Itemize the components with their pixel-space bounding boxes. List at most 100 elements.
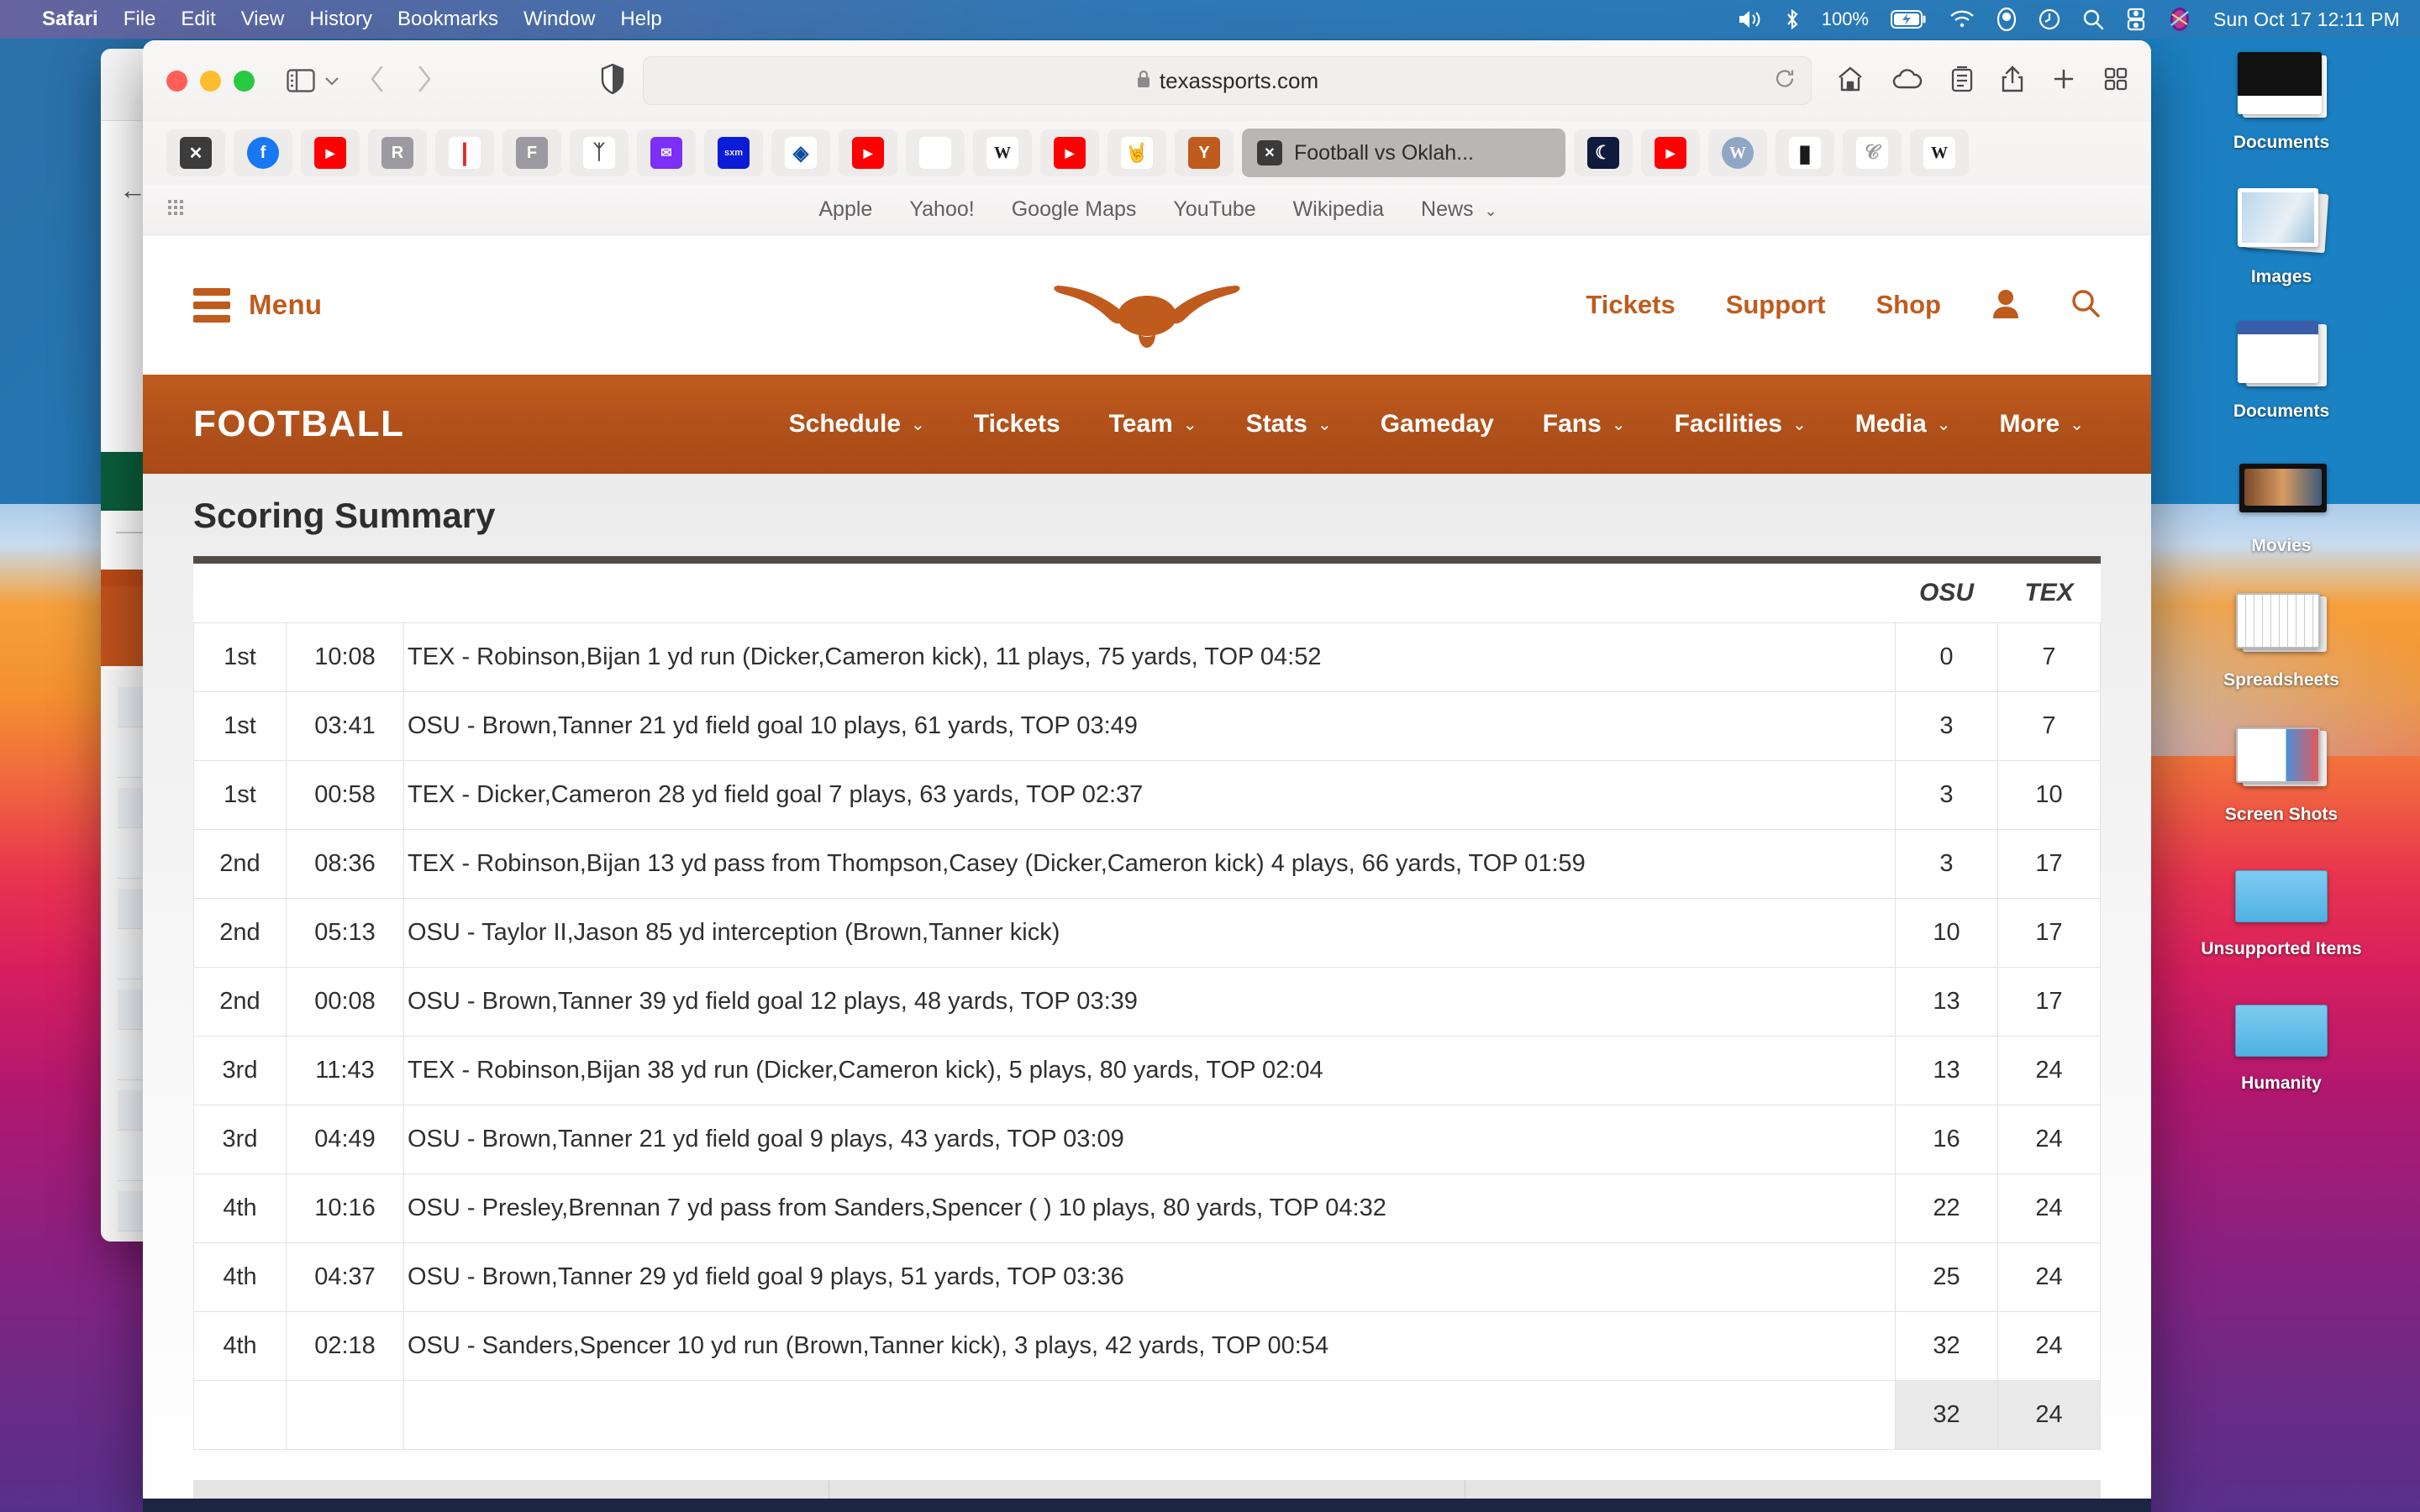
menu-item-window[interactable]: Window — [523, 8, 595, 31]
menu-item-safari[interactable]: Safari — [42, 8, 98, 31]
menu-bar-status-items[interactable]: 100% Sun Oct 17 12:11 PM — [1738, 7, 2400, 32]
stack-item[interactable]: Humanity — [2176, 991, 2386, 1094]
stack-item[interactable]: Images — [2176, 185, 2386, 287]
navigation-buttons[interactable] — [369, 65, 433, 97]
safari-window[interactable]: texassports.com ✕ f ▶ R | F ᛉ ✉ sxm ◈ ▶ … — [143, 40, 2151, 1512]
favorite-link-yahoo[interactable]: Yahoo! — [909, 197, 974, 222]
favicon-fav-wiki-globe[interactable]: W — [1708, 129, 1767, 176]
favicon-fav-facebook[interactable]: f — [234, 129, 292, 176]
sidebar-icon[interactable] — [287, 69, 315, 92]
nav-items[interactable]: Schedule ⌄ Tickets Team ⌄ Stats ⌄ Gameday F… — [789, 410, 2101, 438]
menu-item-file[interactable]: File — [124, 8, 156, 31]
header-link-shop[interactable]: Shop — [1876, 290, 1942, 320]
favicon-fav-apple[interactable] — [906, 129, 965, 176]
stack-item[interactable]: Documents — [2176, 50, 2386, 153]
favicon-fav-script-c[interactable]: 𝒞 — [1843, 129, 1902, 176]
table-row[interactable]: 3rd 04:49 OSU - Brown,Tanner 21 yd field… — [193, 1105, 2101, 1174]
favorite-link-apple[interactable]: Apple — [818, 197, 872, 222]
table-row[interactable]: 4th 04:37 OSU - Brown,Tanner 29 yd field… — [193, 1242, 2101, 1312]
reader-icon[interactable] — [1951, 66, 1973, 97]
bluetooth-icon[interactable] — [1785, 8, 1800, 31]
favicon-fav-bank[interactable]: ◈ — [771, 129, 830, 176]
back-icon[interactable] — [369, 65, 386, 97]
table-row[interactable]: 4th 10:16 OSU - Presley,Brennan 7 yd pas… — [193, 1173, 2101, 1243]
home-icon[interactable] — [1837, 66, 1864, 96]
favorite-link-google-maps[interactable]: Google Maps — [1012, 197, 1137, 222]
safari-tab-strip[interactable]: ✕ f ▶ R | F ᛉ ✉ sxm ◈ ▶ W ▶ 🤘 Y ✕ Footba… — [143, 121, 2151, 185]
stack-item[interactable]: Documents — [2176, 319, 2386, 422]
macos-menu-bar[interactable]: Safari File Edit View History Bookmarks … — [0, 0, 2420, 39]
table-row[interactable]: 2nd 00:08 OSU - Brown,Tanner 39 yd field… — [193, 967, 2101, 1037]
site-menu-button[interactable]: Menu — [193, 287, 322, 323]
menu-item-edit[interactable]: Edit — [181, 8, 215, 31]
favorite-link-youtube[interactable]: YouTube — [1173, 197, 1255, 222]
user-account-icon[interactable] — [1991, 288, 2020, 323]
table-row[interactable]: 1st 10:08 TEX - Robinson,Bijan 1 yd run … — [193, 622, 2101, 692]
active-tab[interactable]: ✕ Football vs Oklah... — [1242, 129, 1565, 177]
menu-item-history[interactable]: History — [309, 8, 372, 31]
nav-item-facilities[interactable]: Facilities ⌄ — [1675, 410, 1807, 438]
search-icon[interactable] — [2082, 8, 2104, 30]
search-icon[interactable] — [2070, 288, 2101, 323]
favorite-link-news[interactable]: News ⌄ — [1421, 197, 1497, 222]
table-row[interactable]: 4th 02:18 OSU - Sanders,Spencer 10 yd ru… — [193, 1311, 2101, 1381]
site-nav-bar[interactable]: FOOTBALL Schedule ⌄ Tickets Team ⌄ Stats ⌄ … — [143, 375, 2151, 474]
favicon-fav-thermo[interactable]: | — [435, 129, 494, 176]
volume-icon[interactable] — [1738, 8, 1763, 30]
header-link-support[interactable]: Support — [1726, 290, 1826, 320]
favicon-fav-reddit[interactable]: R — [368, 129, 427, 176]
nav-item-schedule[interactable]: Schedule ⌄ — [789, 410, 925, 438]
chevron-down-icon[interactable] — [324, 75, 340, 87]
menu-item-help[interactable]: Help — [620, 8, 661, 31]
zoom-button[interactable] — [234, 70, 255, 92]
favicon-fav-youtube-2[interactable]: ▶ — [839, 129, 897, 176]
minimize-button[interactable] — [200, 70, 221, 92]
favicon-fav-f[interactable]: F — [502, 129, 561, 176]
menu-bar-clock[interactable]: Sun Oct 17 12:11 PM — [2213, 8, 2400, 31]
nav-item-more[interactable]: More ⌄ — [2000, 410, 2084, 438]
favicon-fav-climbing[interactable]: ᛉ — [570, 129, 629, 176]
tab-overview-icon[interactable] — [2104, 67, 2128, 95]
nav-item-stats[interactable]: Stats ⌄ — [1246, 410, 1332, 438]
nav-item-gameday[interactable]: Gameday — [1381, 410, 1494, 438]
wifi-icon[interactable] — [1949, 9, 1975, 29]
favorites-links[interactable]: Apple Yahoo! Google Maps YouTube Wikiped… — [818, 197, 1497, 222]
favorites-bar[interactable]: Apple Yahoo! Google Maps YouTube Wikiped… — [143, 185, 2151, 235]
favicon-fav-starlink[interactable]: ✕ — [166, 129, 225, 176]
stack-item[interactable]: Spreadsheets — [2176, 588, 2386, 690]
table-row[interactable]: 2nd 05:13 OSU - Taylor II,Jason 85 yd in… — [193, 898, 2101, 968]
stack-item[interactable]: Unsupported Items — [2176, 857, 2386, 959]
header-link-tickets[interactable]: Tickets — [1586, 290, 1675, 320]
favicon-fav-moon[interactable]: ☾ — [1574, 129, 1633, 176]
favicon-fav-youtube-1[interactable]: ▶ — [301, 129, 360, 176]
shield-icon[interactable] — [601, 63, 624, 98]
address-bar[interactable]: texassports.com — [643, 56, 1812, 105]
nav-item-fans[interactable]: Fans ⌄ — [1543, 410, 1626, 438]
favicon-fav-dark-strip[interactable]: ▮ — [1776, 129, 1834, 176]
site-header-right[interactable]: Tickets Support Shop — [1586, 288, 2101, 323]
favicon-fav-youtube-3[interactable]: ▶ — [1040, 129, 1099, 176]
table-row[interactable]: 2nd 08:36 TEX - Robinson,Bijan 13 yd pas… — [193, 829, 2101, 899]
apps-grid-icon[interactable] — [166, 197, 188, 223]
new-tab-icon[interactable] — [2052, 67, 2075, 95]
table-row[interactable]: 1st 00:58 TEX - Dicker,Cameron 28 yd fie… — [193, 760, 2101, 830]
time-machine-icon[interactable] — [2039, 8, 2060, 30]
icloud-icon[interactable] — [1892, 68, 1923, 94]
favicon-fav-youtube-4[interactable]: ▶ — [1641, 129, 1700, 176]
texas-longhorn-logo[interactable] — [1050, 265, 1244, 360]
favicon-fav-wikipedia-1[interactable]: W — [973, 129, 1032, 176]
menu-item-view[interactable]: View — [241, 8, 285, 31]
battery-charging-icon[interactable] — [1891, 9, 1928, 29]
window-traffic-lights[interactable] — [166, 70, 255, 92]
reload-icon[interactable] — [1774, 68, 1796, 94]
share-icon[interactable] — [2002, 65, 2023, 97]
siri-icon[interactable] — [2168, 7, 2191, 32]
favorite-link-wikipedia[interactable]: Wikipedia — [1293, 197, 1384, 222]
forward-icon[interactable] — [416, 65, 433, 97]
close-button[interactable] — [166, 70, 187, 92]
favicon-fav-hookem[interactable]: 🤘 — [1107, 129, 1166, 176]
favicon-fav-texas-longhorns[interactable]: Y — [1175, 129, 1234, 176]
stack-item[interactable]: Movies — [2176, 454, 2386, 556]
display-icon[interactable] — [2126, 8, 2146, 31]
nav-item-tickets[interactable]: Tickets — [974, 410, 1060, 438]
